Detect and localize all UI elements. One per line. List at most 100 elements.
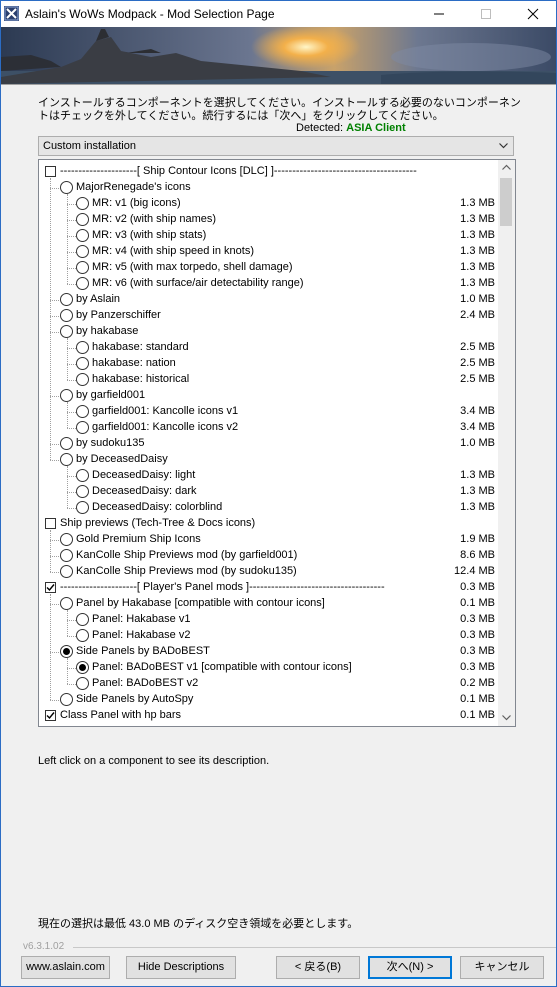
- component-radio[interactable]: [60, 181, 73, 194]
- component-radio[interactable]: [60, 597, 73, 610]
- website-button[interactable]: www.aslain.com: [21, 956, 110, 979]
- tree-item[interactable]: Side Panels by BADoBEST 0.3 MB: [39, 644, 499, 660]
- tree-item[interactable]: hakabase: standard 2.5 MB: [39, 340, 499, 356]
- tree-item[interactable]: by garfield001: [39, 388, 499, 404]
- component-radio[interactable]: [76, 629, 89, 642]
- tree-item[interactable]: MR: v4 (with ship speed in knots) 1.3 MB: [39, 244, 499, 260]
- component-label: ---------------------[ Player's Panel mo…: [60, 581, 385, 593]
- component-radio[interactable]: [60, 645, 73, 658]
- tree-item[interactable]: ---------------------[ Crosshairs ]-----…: [39, 724, 499, 727]
- component-radio[interactable]: [76, 197, 89, 210]
- tree-item[interactable]: MajorRenegade's icons: [39, 180, 499, 196]
- minimize-button[interactable]: [416, 1, 462, 27]
- next-button[interactable]: 次へ(N) >: [368, 956, 452, 979]
- tree-item[interactable]: Panel: BADoBEST v1 [compatible with cont…: [39, 660, 499, 676]
- component-radio[interactable]: [76, 341, 89, 354]
- install-type-dropdown[interactable]: Custom installation: [38, 136, 514, 156]
- component-radio[interactable]: [60, 325, 73, 338]
- tree-item[interactable]: by DeceasedDaisy: [39, 452, 499, 468]
- tree-item[interactable]: by hakabase: [39, 324, 499, 340]
- component-radio[interactable]: [76, 661, 89, 674]
- tree-item[interactable]: DeceasedDaisy: light 1.3 MB: [39, 468, 499, 484]
- close-icon: [527, 8, 539, 20]
- component-radio[interactable]: [60, 693, 73, 706]
- tree-item[interactable]: ---------------------[ Ship Contour Icon…: [39, 164, 499, 180]
- minimize-icon: [434, 13, 444, 15]
- install-type-value: Custom installation: [43, 140, 136, 152]
- component-radio[interactable]: [60, 293, 73, 306]
- component-radio[interactable]: [60, 437, 73, 450]
- tree-item[interactable]: Gold Premium Ship Icons 1.9 MB: [39, 532, 499, 548]
- tree-item[interactable]: Class Panel with hp bars 0.1 MB: [39, 708, 499, 724]
- component-checkbox[interactable]: [45, 582, 56, 593]
- component-checkbox[interactable]: [45, 726, 56, 727]
- component-radio[interactable]: [76, 261, 89, 274]
- tree-item[interactable]: DeceasedDaisy: dark 1.3 MB: [39, 484, 499, 500]
- tree-item[interactable]: hakabase: historical 2.5 MB: [39, 372, 499, 388]
- tree-item[interactable]: MR: v6 (with surface/air detectability r…: [39, 276, 499, 292]
- component-radio[interactable]: [76, 373, 89, 386]
- component-label: ---------------------[ Ship Contour Icon…: [60, 165, 417, 177]
- tree-item[interactable]: ---------------------[ Player's Panel mo…: [39, 580, 499, 596]
- component-radio[interactable]: [76, 469, 89, 482]
- component-radio[interactable]: [76, 213, 89, 226]
- tree-item[interactable]: garfield001: Kancolle icons v2 3.4 MB: [39, 420, 499, 436]
- close-button[interactable]: [510, 1, 556, 27]
- component-label: MR: v3 (with ship stats): [92, 229, 207, 241]
- component-size: 1.3 MB: [460, 501, 495, 513]
- tree-item[interactable]: MR: v5 (with max torpedo, shell damage) 1…: [39, 260, 499, 276]
- tree-item[interactable]: MR: v2 (with ship names) 1.3 MB: [39, 212, 499, 228]
- component-radio[interactable]: [76, 277, 89, 290]
- tree-item[interactable]: hakabase: nation 2.5 MB: [39, 356, 499, 372]
- component-checkbox[interactable]: [45, 166, 56, 177]
- tree-item[interactable]: by Panzerschiffer 2.4 MB: [39, 308, 499, 324]
- tree-item[interactable]: Panel by Hakabase [compatible with conto…: [39, 596, 499, 612]
- component-checkbox[interactable]: [45, 710, 56, 721]
- tree-item[interactable]: by sudoku135 1.0 MB: [39, 436, 499, 452]
- cancel-button[interactable]: キャンセル: [460, 956, 544, 979]
- tree-item[interactable]: by Aslain 1.0 MB: [39, 292, 499, 308]
- tree-item[interactable]: Panel: BADoBEST v2 0.2 MB: [39, 676, 499, 692]
- component-label: garfield001: Kancolle icons v1: [92, 405, 239, 417]
- component-radio[interactable]: [76, 357, 89, 370]
- component-radio[interactable]: [76, 405, 89, 418]
- component-description: Left click on a component to see its des…: [38, 755, 270, 767]
- tree-item[interactable]: Panel: Hakabase v1 0.3 MB: [39, 612, 499, 628]
- hide-descriptions-button[interactable]: Hide Descriptions: [126, 956, 236, 979]
- component-radio[interactable]: [76, 501, 89, 514]
- tree-item[interactable]: DeceasedDaisy: colorblind 1.3 MB: [39, 500, 499, 516]
- component-label: by hakabase: [76, 325, 139, 337]
- component-radio[interactable]: [60, 565, 73, 578]
- back-button[interactable]: < 戻る(B): [276, 956, 360, 979]
- tree-item[interactable]: KanColle Ship Previews mod (by sudoku135…: [39, 564, 499, 580]
- tree-item[interactable]: Ship previews (Tech-Tree & Docs icons): [39, 516, 499, 532]
- scroll-down-icon[interactable]: [502, 715, 511, 721]
- tree-item[interactable]: KanColle Ship Previews mod (by garfield0…: [39, 548, 499, 564]
- component-radio[interactable]: [60, 309, 73, 322]
- component-radio[interactable]: [76, 229, 89, 242]
- component-radio[interactable]: [60, 549, 73, 562]
- component-radio[interactable]: [60, 533, 73, 546]
- component-tree[interactable]: ---------------------[ Ship Contour Icon…: [38, 159, 516, 727]
- scrollbar-thumb[interactable]: [500, 178, 512, 226]
- tree-item[interactable]: garfield001: Kancolle icons v1 3.4 MB: [39, 404, 499, 420]
- component-radio[interactable]: [76, 613, 89, 626]
- component-radio[interactable]: [76, 677, 89, 690]
- component-radio[interactable]: [76, 485, 89, 498]
- component-size: 0.1 MB: [460, 693, 495, 705]
- component-size: 2.5 MB: [460, 357, 495, 369]
- tree-item[interactable]: MR: v3 (with ship stats) 1.3 MB: [39, 228, 499, 244]
- component-checkbox[interactable]: [45, 518, 56, 529]
- scroll-up-icon[interactable]: [502, 164, 511, 170]
- tree-item[interactable]: Panel: Hakabase v2 0.3 MB: [39, 628, 499, 644]
- tree-item[interactable]: MR: v1 (big icons) 1.3 MB: [39, 196, 499, 212]
- component-radio[interactable]: [60, 389, 73, 402]
- tree-scrollbar[interactable]: [498, 160, 515, 726]
- component-radio[interactable]: [60, 453, 73, 466]
- component-radio[interactable]: [76, 245, 89, 258]
- component-radio[interactable]: [76, 421, 89, 434]
- component-label: KanColle Ship Previews mod (by sudoku135…: [76, 565, 297, 577]
- installer-window: Aslain's WoWs Modpack - Mod Selection Pa…: [0, 0, 557, 987]
- tree-item[interactable]: Side Panels by AutoSpy 0.1 MB: [39, 692, 499, 708]
- component-size: 2.5 MB: [460, 341, 495, 353]
